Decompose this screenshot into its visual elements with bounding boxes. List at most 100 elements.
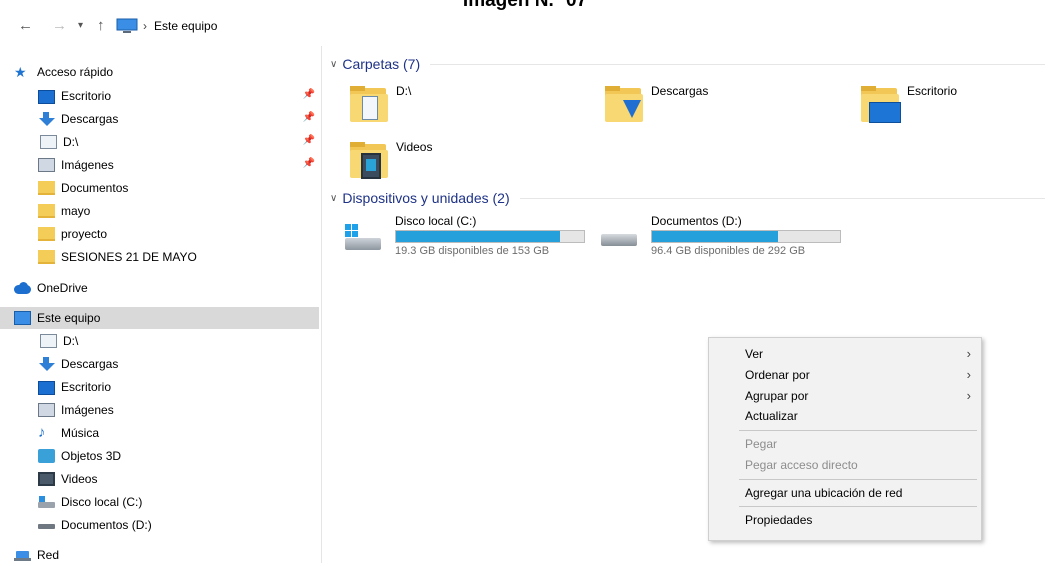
sidebar-item-label: Objetos 3D — [61, 449, 122, 463]
drive-free-space: 19.3 GB disponibles de 153 GB — [395, 245, 550, 257]
folder-icon — [38, 227, 55, 241]
sidebar-item-d-drive-pinned[interactable]: D:\ 📌 — [38, 131, 319, 153]
folder-tile-descargas[interactable]: Descargas — [605, 82, 845, 128]
sidebar-item-label: Documentos — [61, 181, 129, 195]
sidebar-item-sesiones[interactable]: SESIONES 21 DE MAYO — [38, 246, 319, 268]
sidebar-item-mayo[interactable]: mayo — [38, 200, 319, 222]
sidebar-item-documentos-d[interactable]: Documentos (D:) — [38, 514, 319, 536]
sidebar-item-quick-access[interactable]: ★ Acceso rápido — [14, 61, 319, 83]
folder-tile-d[interactable]: D:\ — [350, 82, 590, 128]
desktop-icon — [38, 89, 55, 104]
document-icon — [40, 334, 57, 348]
sidebar-item-musica[interactable]: ♪ Música — [38, 422, 319, 444]
pin-icon[interactable]: 📌 — [303, 135, 315, 146]
folder-icon — [38, 250, 55, 264]
folder-tile-videos[interactable]: Videos — [350, 138, 590, 184]
sidebar-item-imagenes[interactable]: Imágenes 📌 — [38, 154, 319, 176]
sidebar-item-label: D:\ — [63, 334, 79, 348]
menu-separator — [739, 506, 977, 507]
download-icon — [38, 357, 55, 371]
navigation-bar: ← → ▾ ↑ › Este equipo — [0, 14, 1050, 38]
folder-tile-label: Descargas — [651, 84, 709, 98]
group-divider — [430, 63, 1045, 65]
sidebar-item-label: mayo — [61, 204, 91, 218]
folder-tile-escritorio[interactable]: Escritorio — [861, 82, 1050, 128]
menu-item-agrupar-por[interactable]: Agrupar por › — [709, 385, 981, 407]
menu-item-ver[interactable]: Ver › — [709, 343, 981, 365]
sidebar-item-label: Escritorio — [61, 89, 112, 103]
drive-free-space: 96.4 GB disponibles de 292 GB — [651, 245, 806, 257]
sidebar-item-videos[interactable]: Videos — [38, 468, 319, 490]
recent-locations-chevron-icon[interactable]: ▾ — [78, 14, 83, 38]
folder-icon — [38, 204, 55, 218]
local-disk-icon — [343, 224, 383, 254]
sidebar-item-label: Imágenes — [61, 403, 114, 417]
menu-item-actualizar[interactable]: Actualizar — [709, 405, 981, 427]
sidebar-item-label: Acceso rápido — [37, 65, 114, 79]
drive-tile-d[interactable]: Documentos (D:) 96.4 GB disponibles de 2… — [599, 214, 849, 260]
breadcrumb-this-pc[interactable]: Este equipo — [154, 14, 217, 38]
menu-item-agregar-ubicacion-red[interactable]: Agregar una ubicación de red — [709, 482, 981, 504]
sidebar-item-documentos[interactable]: Documentos — [38, 177, 319, 199]
desktop-folder-icon — [861, 86, 901, 123]
sidebar-item-disco-local-c[interactable]: Disco local (C:) — [38, 491, 319, 513]
devices-group-header[interactable]: ∨ Dispositivos y unidades (2) — [330, 188, 1045, 208]
document-icon — [40, 135, 57, 149]
menu-item-label: Actualizar — [745, 409, 798, 423]
sidebar-item-label: Descargas — [61, 357, 119, 371]
local-disk-icon — [38, 495, 55, 509]
drive-usage-bar — [651, 230, 841, 243]
pane-divider[interactable] — [321, 46, 322, 563]
videos-folder-icon — [350, 142, 388, 179]
back-arrow-icon[interactable]: ← — [18, 14, 33, 38]
folders-group-header[interactable]: ∨ Carpetas (7) — [330, 54, 1045, 74]
sidebar-item-label: OneDrive — [37, 281, 88, 295]
sidebar-item-descargas[interactable]: Descargas 📌 — [38, 108, 319, 130]
sidebar-item-label: Disco local (C:) — [61, 495, 143, 509]
menu-item-propiedades[interactable]: Propiedades — [709, 509, 981, 531]
cloud-icon — [14, 281, 31, 295]
chevron-right-icon: › — [966, 388, 971, 403]
pin-icon[interactable]: 📌 — [303, 89, 315, 100]
sidebar-item-escritorio[interactable]: Escritorio 📌 — [38, 85, 319, 107]
drive-icon — [38, 518, 55, 532]
sidebar-item-label: SESIONES 21 DE MAYO — [61, 250, 197, 264]
folder-icon — [38, 181, 55, 195]
menu-item-label: Ver — [745, 347, 764, 361]
sidebar-item-d-drive[interactable]: D:\ — [38, 330, 319, 352]
group-header-label: Carpetas (7) — [342, 56, 421, 72]
drive-tile-c[interactable]: Disco local (C:) 19.3 GB disponibles de … — [343, 214, 593, 260]
sidebar-item-descargas[interactable]: Descargas — [38, 353, 319, 375]
sidebar-item-label: Este equipo — [37, 311, 101, 325]
menu-item-label: Propiedades — [745, 513, 813, 527]
sidebar-item-imagenes[interactable]: Imágenes — [38, 399, 319, 421]
menu-item-label: Pegar acceso directo — [745, 458, 858, 472]
page-caption: Imagen N.º 07 — [462, 0, 588, 11]
music-icon: ♪ — [38, 424, 46, 441]
this-pc-icon — [116, 18, 138, 39]
sidebar-item-label: Música — [61, 426, 100, 440]
sidebar-item-escritorio[interactable]: Escritorio — [38, 376, 319, 398]
menu-item-ordenar-por[interactable]: Ordenar por › — [709, 364, 981, 386]
folder-tile-label: Videos — [396, 140, 433, 154]
up-arrow-icon[interactable]: ↑ — [97, 14, 105, 38]
context-menu: Ver › Ordenar por › Agrupar por › Actual… — [708, 337, 982, 541]
chevron-down-icon: ∨ — [330, 58, 338, 70]
sidebar-item-label: Red — [37, 548, 60, 562]
sidebar-item-proyecto[interactable]: proyecto — [38, 223, 319, 245]
pin-icon[interactable]: 📌 — [303, 158, 315, 169]
pin-icon[interactable]: 📌 — [303, 112, 315, 123]
sidebar-item-objetos-3d[interactable]: Objetos 3D — [38, 445, 319, 467]
menu-item-pegar: Pegar — [709, 433, 981, 455]
download-icon — [38, 112, 55, 126]
drive-name: Disco local (C:) — [395, 214, 477, 228]
menu-item-pegar-acceso-directo: Pegar acceso directo — [709, 454, 981, 476]
sidebar-item-label: Videos — [61, 472, 98, 486]
group-divider — [519, 197, 1045, 199]
sidebar-item-onedrive[interactable]: OneDrive — [14, 277, 319, 299]
menu-item-label: Agregar una ubicación de red — [745, 486, 903, 500]
forward-arrow-icon[interactable]: → — [52, 14, 67, 38]
pictures-icon — [38, 158, 55, 172]
sidebar-item-this-pc[interactable]: Este equipo — [0, 307, 319, 329]
drive-usage-bar — [395, 230, 585, 243]
